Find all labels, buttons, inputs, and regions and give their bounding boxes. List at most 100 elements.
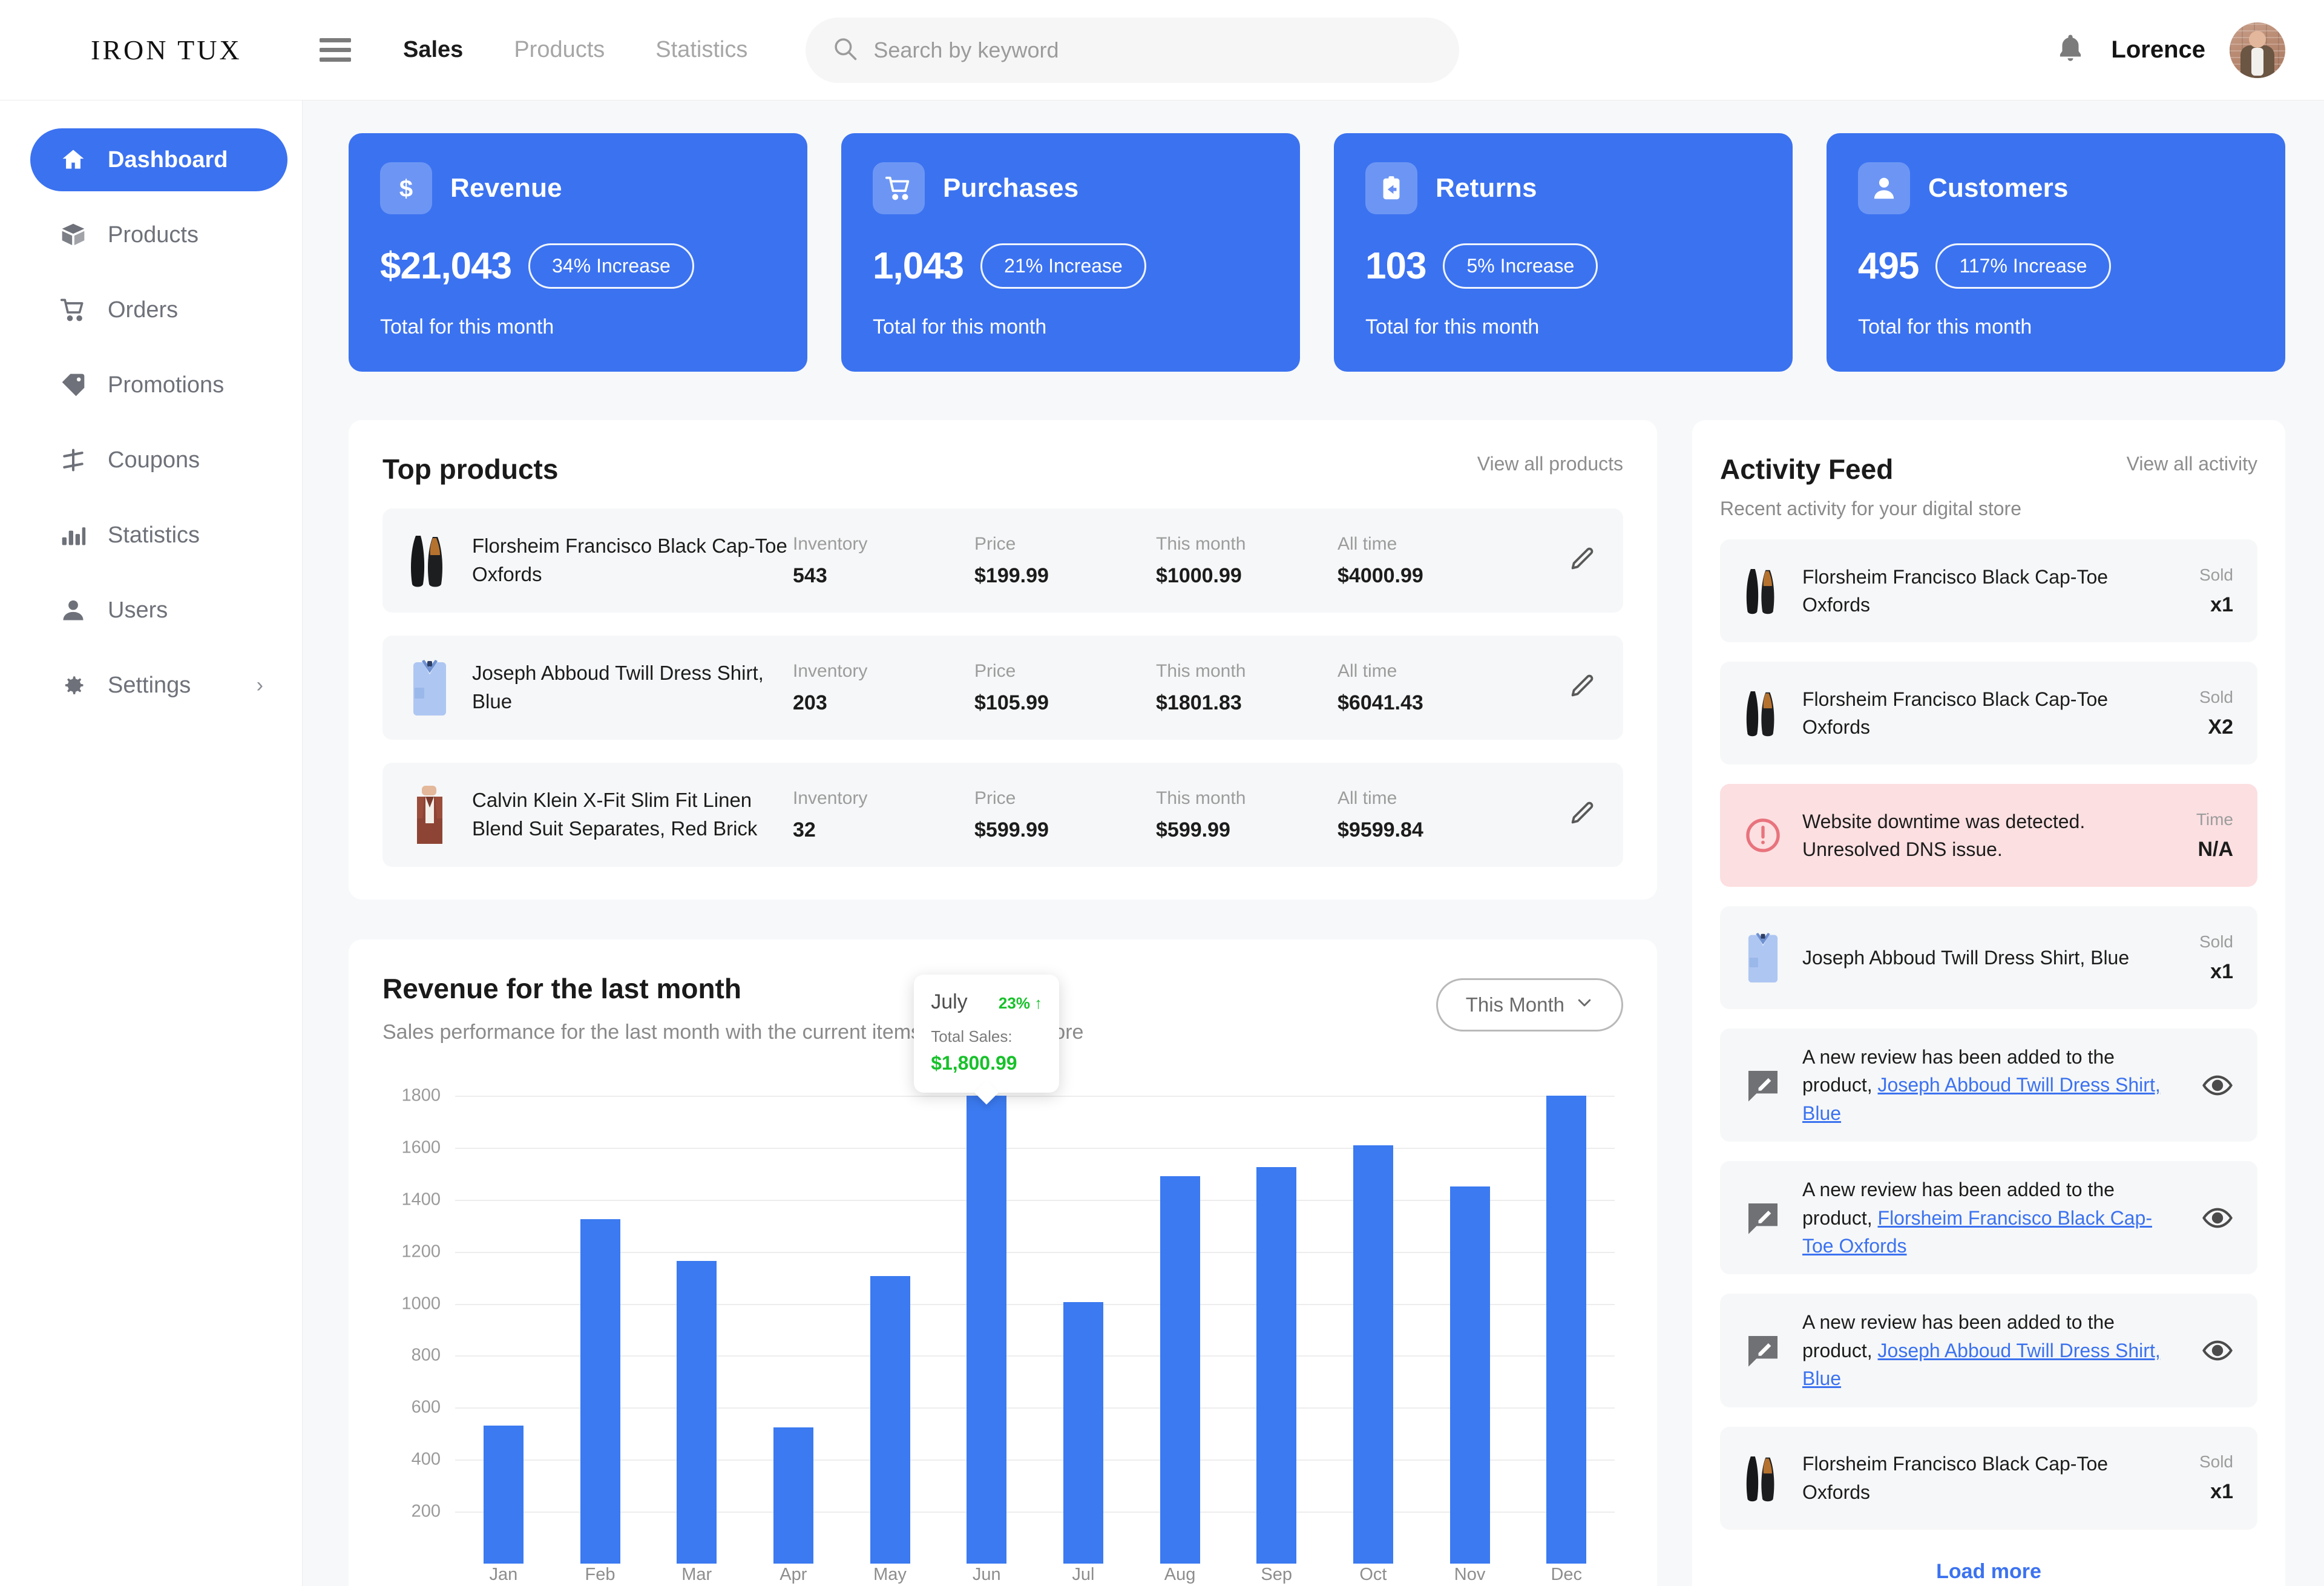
- stat-card-title: Customers: [1928, 173, 2069, 203]
- chart-bar[interactable]: [1160, 1176, 1200, 1564]
- list-item[interactable]: Florsheim Francisco Black Cap-Toe Oxford…: [1720, 662, 2257, 765]
- chart-bar-cell[interactable]: [552, 1070, 649, 1564]
- product-thumbnail: [1739, 1448, 1787, 1509]
- stat-card-value: 1,043: [873, 245, 964, 287]
- chart-bar[interactable]: [677, 1260, 717, 1564]
- chart-tooltip: July 23% ↑ Total Sales: $1,800.99: [914, 974, 1060, 1093]
- chart-bar[interactable]: [1063, 1302, 1103, 1564]
- chart-x-tick: Jul: [1072, 1565, 1095, 1584]
- activity-alert-row[interactable]: Website downtime was detected. Unresolve…: [1720, 784, 2257, 887]
- sidebar-item-promotions[interactable]: Promotions: [30, 354, 287, 416]
- product-all-time-cell: All time $9599.84: [1338, 788, 1519, 842]
- chart-bar-cell[interactable]: [1228, 1070, 1325, 1564]
- avatar[interactable]: [2230, 22, 2285, 78]
- list-item[interactable]: Florsheim Francisco Black Cap-Toe Oxford…: [1720, 539, 2257, 642]
- table-row[interactable]: Joseph Abboud Twill Dress Shirt, Blue In…: [382, 636, 1623, 740]
- list-item[interactable]: Florsheim Francisco Black Cap-Toe Oxford…: [1720, 1426, 2257, 1530]
- chart-bar[interactable]: [1546, 1095, 1587, 1564]
- product-link[interactable]: Florsheim Francisco Black Cap-Toe Oxford…: [1802, 1207, 2152, 1257]
- eye-icon[interactable]: [2167, 1202, 2233, 1234]
- hamburger-menu-icon[interactable]: [320, 38, 351, 62]
- chart-y-tick: 1000: [401, 1294, 441, 1314]
- nav-link-statistics[interactable]: Statistics: [655, 37, 747, 63]
- notification-bell-icon[interactable]: [2054, 32, 2087, 68]
- column-header: Price: [974, 533, 1016, 554]
- search-box[interactable]: [806, 17, 1460, 83]
- chart-bar-cell[interactable]: [648, 1070, 745, 1564]
- chevron-down-icon: [1575, 993, 1594, 1016]
- chart-bar-cell[interactable]: [1132, 1070, 1229, 1564]
- chart-bar-cell[interactable]: [842, 1070, 939, 1564]
- activity-meta: Time N/A: [2142, 810, 2233, 861]
- chart-bar[interactable]: [483, 1426, 524, 1564]
- content-grid: Top products View all products Florsheim…: [349, 420, 2285, 1586]
- activity-text: Florsheim Francisco Black Cap-Toe Oxford…: [1802, 1453, 2109, 1503]
- chart-y-tick: 1400: [401, 1190, 441, 1209]
- chart-bar[interactable]: [1256, 1167, 1297, 1564]
- edit-pencil-icon[interactable]: [1567, 545, 1597, 577]
- chart-x-tick: Aug: [1164, 1565, 1196, 1584]
- list-item[interactable]: A new review has been added to the produ…: [1720, 1294, 2257, 1407]
- bar-chart-icon: [59, 522, 87, 548]
- sidebar-item-users[interactable]: Users: [30, 579, 287, 642]
- eye-icon[interactable]: [2167, 1070, 2233, 1101]
- sidebar: Dashboard Products Orders Promotions Cou…: [0, 100, 303, 1586]
- sidebar-item-statistics[interactable]: Statistics: [30, 504, 287, 567]
- search-input[interactable]: [873, 37, 1433, 63]
- chart-bar-cell[interactable]: [1325, 1070, 1422, 1564]
- edit-pencil-icon[interactable]: [1567, 799, 1597, 831]
- chart-bar[interactable]: [773, 1427, 813, 1564]
- right-column: Activity Feed View all activity Recent a…: [1692, 420, 2285, 1586]
- chart-bar-cell[interactable]: [1035, 1070, 1132, 1564]
- chart-bar-cell[interactable]: [1422, 1070, 1518, 1564]
- chart-bar[interactable]: [870, 1276, 910, 1564]
- sidebar-item-settings[interactable]: Settings ›: [30, 654, 287, 717]
- box-icon: [59, 222, 87, 248]
- eye-icon[interactable]: [2167, 1335, 2233, 1366]
- chart-bar-cell[interactable]: [455, 1070, 552, 1564]
- chart-x-tick: Apr: [780, 1565, 807, 1584]
- cart-icon: [59, 297, 87, 323]
- view-all-products-link[interactable]: View all products: [1477, 453, 1623, 475]
- activity-meta-label: Sold: [2199, 687, 2233, 706]
- status-badge: 5% Increase: [1443, 243, 1598, 289]
- sidebar-item-dashboard[interactable]: Dashboard: [30, 128, 287, 191]
- chart-bar-cell[interactable]: [1518, 1070, 1615, 1564]
- table-row[interactable]: Calvin Klein X-Fit Slim Fit Linen Blend …: [382, 763, 1623, 867]
- view-all-activity-link[interactable]: View all activity: [2127, 453, 2257, 475]
- edit-pencil-icon[interactable]: [1567, 672, 1597, 704]
- chart-bar[interactable]: [1449, 1186, 1490, 1564]
- activity-meta-value: N/A: [2198, 837, 2233, 861]
- chart-bar[interactable]: [580, 1219, 620, 1564]
- chart-bar-cell[interactable]: [938, 1070, 1035, 1564]
- product-link[interactable]: Joseph Abboud Twill Dress Shirt, Blue: [1802, 1074, 2161, 1124]
- nav-link-sales[interactable]: Sales: [403, 37, 463, 63]
- stat-card-title: Revenue: [450, 173, 562, 203]
- chart-bar[interactable]: [1353, 1145, 1393, 1564]
- chart-bar[interactable]: [967, 1095, 1007, 1564]
- nav-link-products[interactable]: Products: [514, 37, 605, 63]
- stat-card-customers: Customers 495 117% Increase Total for th…: [1827, 133, 2285, 372]
- chart-x-tick: Oct: [1359, 1565, 1387, 1584]
- chart-bar-cell[interactable]: [745, 1070, 842, 1564]
- chart-x-axis: Jan Feb Mar Apr May Jun Jul Aug Sep Oct Nov Dec: [455, 1565, 1615, 1586]
- tooltip-month: July: [931, 990, 968, 1013]
- list-item[interactable]: Joseph Abboud Twill Dress Shirt, Blue Sol…: [1720, 906, 2257, 1009]
- list-item[interactable]: A new review has been added to the produ…: [1720, 1028, 2257, 1142]
- activity-meta-value: x1: [2210, 1480, 2233, 1504]
- product-inventory-cell: Inventory 32: [793, 788, 974, 842]
- list-item[interactable]: A new review has been added to the produ…: [1720, 1161, 2257, 1275]
- cell-value: 543: [793, 564, 827, 587]
- table-row[interactable]: Florsheim Francisco Black Cap-Toe Oxford…: [382, 508, 1623, 613]
- load-more-button[interactable]: Load more: [1720, 1560, 2257, 1584]
- sidebar-item-products[interactable]: Products: [30, 203, 287, 266]
- time-range-dropdown[interactable]: This Month: [1436, 978, 1623, 1032]
- sidebar-item-orders[interactable]: Orders: [30, 278, 287, 341]
- activity-list: Florsheim Francisco Black Cap-Toe Oxford…: [1720, 539, 2257, 1530]
- brand-logo: IRON TUX: [91, 35, 242, 65]
- sidebar-item-coupons[interactable]: Coupons: [30, 429, 287, 492]
- alert-icon: [1739, 805, 1787, 866]
- product-link[interactable]: Joseph Abboud Twill Dress Shirt, Blue: [1802, 1340, 2161, 1389]
- app-body: Dashboard Products Orders Promotions Cou…: [0, 100, 2324, 1586]
- column-header: All time: [1338, 660, 1397, 681]
